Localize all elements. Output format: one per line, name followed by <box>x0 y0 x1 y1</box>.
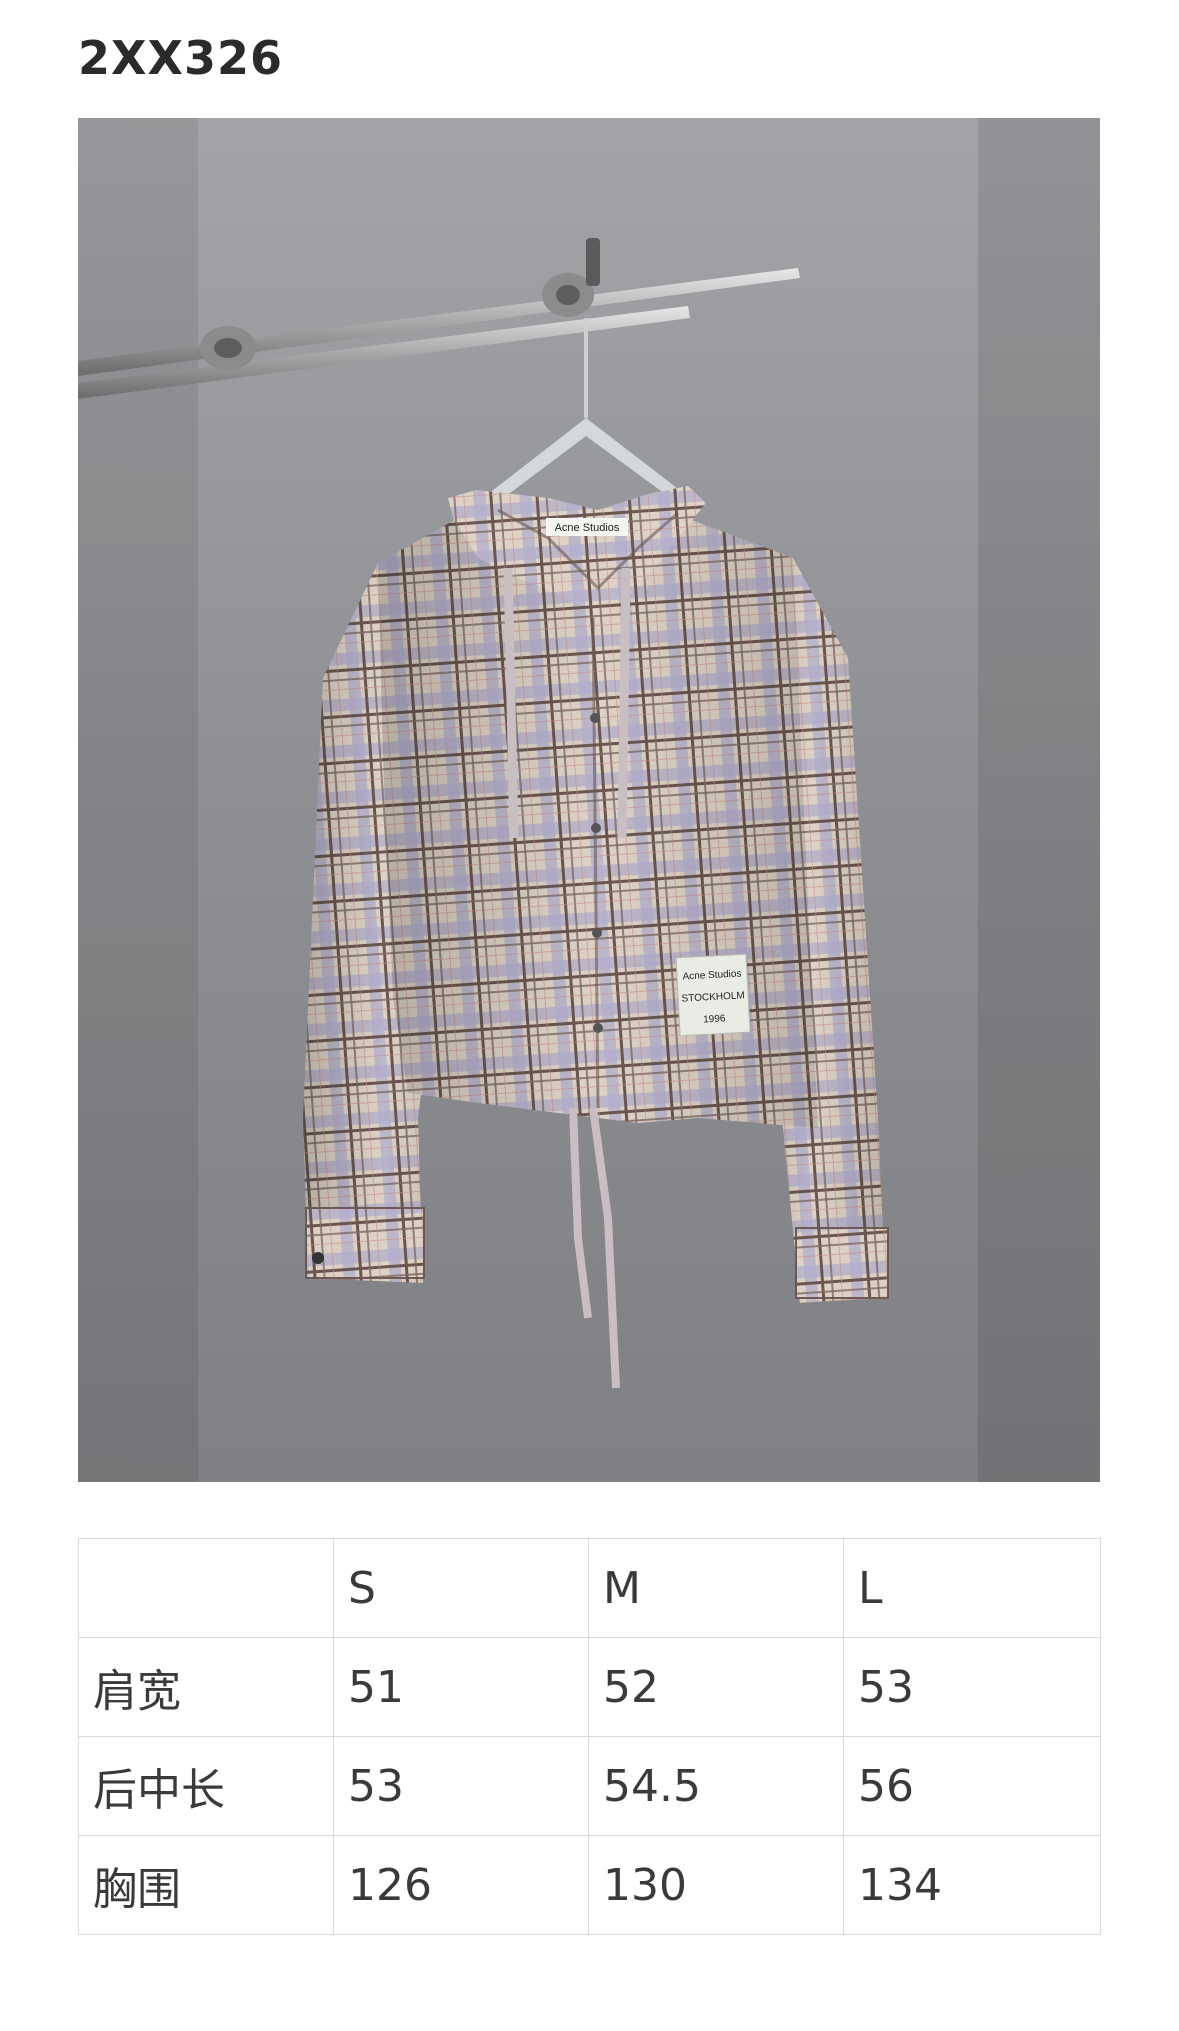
table-cell: 54.5 <box>588 1736 844 1836</box>
table-row: 后中长 53 54.5 56 <box>78 1736 1101 1836</box>
header-cell-empty <box>78 1538 334 1638</box>
table-cell: 126 <box>333 1835 589 1935</box>
size-header-row: S M L <box>78 1538 1101 1638</box>
product-photo: Acne Studios Acne Studios STOCKHOLM 1996 <box>78 118 1100 1482</box>
table-row: 胸围 126 130 134 <box>78 1835 1101 1935</box>
table-cell: 53 <box>843 1637 1101 1737</box>
table-cell: 56 <box>843 1736 1101 1836</box>
row-label-back-length: 后中长 <box>78 1736 334 1836</box>
table-cell: 51 <box>333 1637 589 1737</box>
svg-text:Acne Studios: Acne Studios <box>555 522 620 534</box>
size-chart-table: S M L 肩宽 51 52 53 后中长 53 54.5 56 胸围 126 … <box>78 1538 1101 1935</box>
header-cell-m: M <box>588 1538 844 1638</box>
row-label-chest: 胸围 <box>78 1835 334 1935</box>
header-cell-l: L <box>843 1538 1101 1638</box>
table-cell: 134 <box>843 1835 1101 1935</box>
header-cell-s: S <box>333 1538 589 1638</box>
product-code-title: 2XX326 <box>78 31 283 85</box>
table-row: 肩宽 51 52 53 <box>78 1637 1101 1737</box>
neck-brand-tag: Acne Studios <box>546 518 628 536</box>
table-cell: 130 <box>588 1835 844 1935</box>
table-cell: 53 <box>333 1736 589 1836</box>
row-label-shoulder: 肩宽 <box>78 1637 334 1737</box>
brand-label-patch: Acne Studios STOCKHOLM 1996 <box>675 953 751 1037</box>
svg-text:1996: 1996 <box>703 1013 726 1025</box>
table-cell: 52 <box>588 1637 844 1737</box>
